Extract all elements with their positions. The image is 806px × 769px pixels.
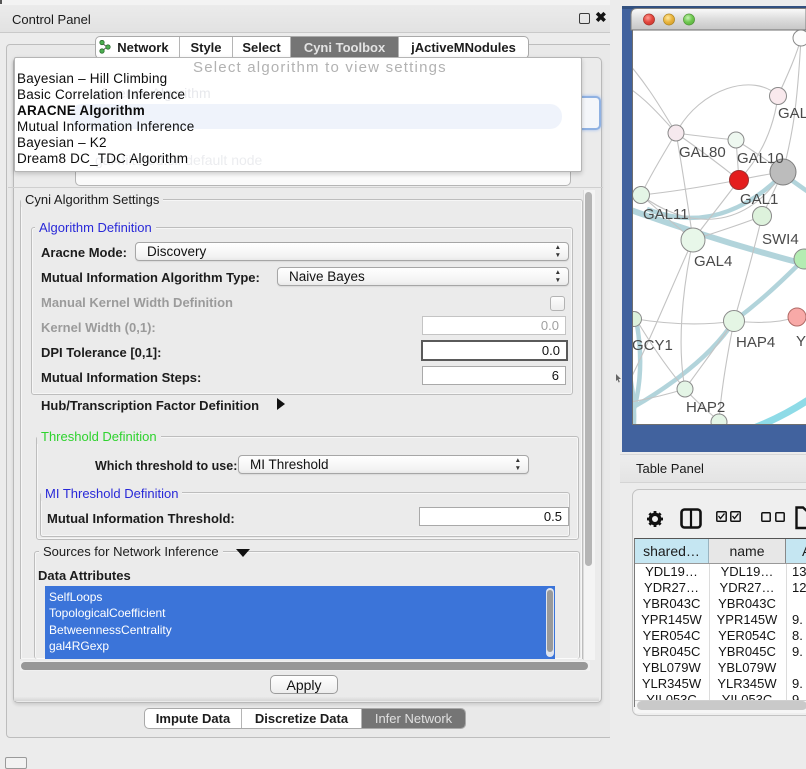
svg-text:HAP2: HAP2 — [686, 399, 725, 416]
svg-text:GAL11: GAL11 — [643, 206, 689, 223]
svg-text:GAL10: GAL10 — [737, 150, 784, 167]
svg-text:HAP4: HAP4 — [736, 334, 775, 351]
svg-text:Y: Y — [796, 333, 806, 350]
svg-text:GAL1: GAL1 — [740, 191, 778, 208]
svg-text:GAL4: GAL4 — [694, 253, 732, 270]
svg-text:SWI4: SWI4 — [762, 231, 799, 248]
svg-text:GAL80: GAL80 — [679, 144, 726, 161]
svg-text:GCY1: GCY1 — [632, 337, 673, 354]
svg-text:GAL: GAL — [778, 105, 806, 122]
